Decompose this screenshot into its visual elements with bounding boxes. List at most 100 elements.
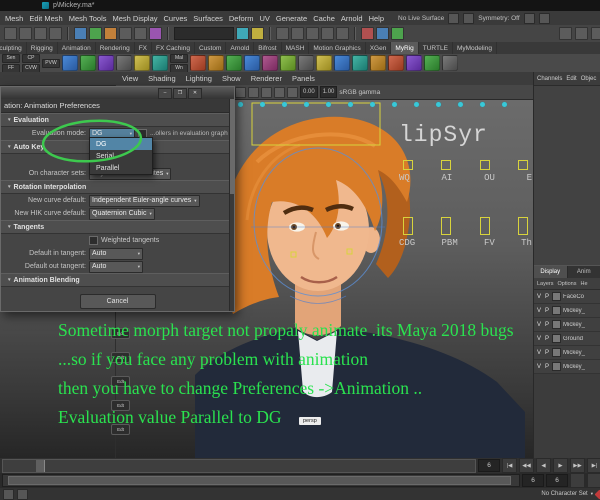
- rig-picker-dot[interactable]: [392, 102, 397, 107]
- layer-row[interactable]: V P Ground: [534, 332, 600, 346]
- playback-icon[interactable]: [306, 27, 319, 40]
- shelf-tab-rigging[interactable]: Rigging: [27, 42, 58, 54]
- sidebar-tool-icon[interactable]: [591, 27, 600, 40]
- playback-end-field[interactable]: 6: [546, 474, 568, 487]
- current-frame-field[interactable]: 6: [478, 459, 500, 472]
- render-settings-icon[interactable]: [361, 27, 374, 40]
- field-chart-icon[interactable]: [261, 86, 272, 98]
- shelf-icon[interactable]: [280, 55, 296, 71]
- help-menu[interactable]: He: [580, 281, 587, 287]
- shelf-tab-xgen[interactable]: XGen: [366, 42, 392, 54]
- shelf-tab-fx[interactable]: FX: [135, 42, 153, 54]
- shelf-icon[interactable]: [424, 55, 440, 71]
- layer-name[interactable]: Mickey_: [563, 364, 585, 370]
- section-evaluation[interactable]: ▾ Evaluation: [1, 113, 234, 127]
- panel-menu-panels[interactable]: Panels: [292, 74, 315, 83]
- section-animation-blending[interactable]: ▾ Animation Blending: [1, 273, 234, 287]
- shelf-icon[interactable]: [316, 55, 332, 71]
- layer-row[interactable]: V P Mickey_: [534, 304, 600, 318]
- phoneme-marker[interactable]: [441, 160, 452, 170]
- shelf-icon[interactable]: [370, 55, 386, 71]
- sidebar-channelbox-icon[interactable]: [559, 27, 572, 40]
- menu-item-serial[interactable]: Serial: [90, 150, 152, 162]
- shelf-chip-button[interactable]: PVW: [42, 58, 60, 68]
- step-back-key-button[interactable]: ◀◀: [519, 458, 534, 473]
- phoneme-marker[interactable]: [517, 160, 528, 170]
- shelf-icon[interactable]: [442, 55, 458, 71]
- menu-curves[interactable]: Curves: [164, 14, 188, 23]
- new-curve-dropdown[interactable]: Independent Euler-angle curves ▾: [89, 194, 200, 207]
- close-icon[interactable]: ✕: [188, 87, 202, 99]
- layer-name[interactable]: Mickey_: [563, 308, 585, 314]
- layer-visibility-toggle[interactable]: V: [536, 336, 542, 342]
- layer-visibility-toggle[interactable]: V: [536, 294, 542, 300]
- snap-point-icon[interactable]: [149, 27, 162, 40]
- layer-color-swatch[interactable]: [552, 362, 561, 371]
- menu-uv[interactable]: UV: [259, 14, 269, 23]
- layers-menu[interactable]: Layers: [537, 281, 554, 287]
- current-frame-marker[interactable]: [36, 459, 46, 472]
- shelf-chip-button[interactable]: CP: [22, 54, 40, 63]
- time-slider[interactable]: [2, 458, 476, 473]
- srgb-gamma-label[interactable]: sRGB gamma: [339, 89, 380, 96]
- snap-curve-icon[interactable]: [134, 27, 147, 40]
- tab-anim-layers[interactable]: Anim: [568, 266, 600, 278]
- step-forward-key-button[interactable]: ▶▶: [570, 458, 585, 473]
- channels-menu[interactable]: Channels: [537, 76, 562, 82]
- set-key-icon[interactable]: [594, 489, 600, 499]
- shelf-tab-sculpting[interactable]: Sculpting: [0, 42, 27, 54]
- edit-menu[interactable]: Edit: [566, 76, 576, 82]
- shelf-tab-animation[interactable]: Animation: [58, 42, 96, 54]
- select-object-icon[interactable]: [89, 27, 102, 40]
- default-out-tangent-dropdown[interactable]: Auto ▾: [89, 260, 143, 273]
- shelf-tab-myrig[interactable]: MyRig: [391, 42, 419, 54]
- selection-mask-field[interactable]: [174, 27, 234, 40]
- shelf-tab-custom[interactable]: Custom: [195, 42, 227, 54]
- rig-picker-dot[interactable]: [502, 102, 507, 107]
- shelf-tab-turtle[interactable]: TURTLE: [419, 42, 453, 54]
- snap-icon[interactable]: [463, 12, 475, 24]
- layer-color-swatch[interactable]: [552, 292, 561, 301]
- construction-history-icon[interactable]: [276, 27, 289, 40]
- menu-item-parallel[interactable]: Parallel: [90, 162, 152, 174]
- menu-item-dg[interactable]: DG: [90, 138, 152, 150]
- rig-picker-dot[interactable]: [348, 102, 353, 107]
- edit-button[interactable]: Edt: [111, 424, 130, 435]
- shelf-icon[interactable]: [152, 55, 168, 71]
- new-hik-dropdown[interactable]: Quaternion Cubic ▾: [89, 207, 155, 220]
- panel-menu-lighting[interactable]: Lighting: [186, 74, 212, 83]
- cancel-button[interactable]: Cancel: [79, 294, 156, 309]
- panel-menu-renderer[interactable]: Renderer: [251, 74, 282, 83]
- anim-pref-icon[interactable]: [321, 27, 334, 40]
- panel-menu-view[interactable]: View: [122, 74, 138, 83]
- shelf-icon[interactable]: [406, 55, 422, 71]
- select-component-icon[interactable]: [104, 27, 117, 40]
- shelf-tab-bifrost[interactable]: Bifrost: [254, 42, 282, 54]
- resolution-gate-icon[interactable]: [235, 86, 246, 98]
- gate-mask-icon[interactable]: [248, 86, 259, 98]
- go-to-start-button[interactable]: |◀: [502, 458, 517, 473]
- gamma-field[interactable]: 1.00: [319, 86, 338, 98]
- layer-playback-toggle[interactable]: P: [544, 322, 550, 328]
- shelf-chip-button[interactable]: Mal: [170, 54, 188, 63]
- panel-menu-shading[interactable]: Shading: [148, 74, 176, 83]
- hotbox-icon[interactable]: [336, 27, 349, 40]
- step-back-frame-button[interactable]: ◀: [536, 458, 551, 473]
- shelf-icon[interactable]: [134, 55, 150, 71]
- hypershade-icon[interactable]: [376, 27, 389, 40]
- menu-arnold[interactable]: Arnold: [341, 14, 363, 23]
- rig-picker-dot[interactable]: [370, 102, 375, 107]
- menu-mesh[interactable]: Mesh: [5, 14, 23, 23]
- layer-color-swatch[interactable]: [552, 348, 561, 357]
- shelf-chip-button[interactable]: Sen: [2, 54, 20, 63]
- shelf-icon[interactable]: [62, 55, 78, 71]
- layer-visibility-toggle[interactable]: V: [536, 350, 542, 356]
- options-menu[interactable]: Options: [558, 281, 577, 287]
- live-surface-icon[interactable]: [448, 12, 460, 24]
- symmetry-icon[interactable]: [523, 12, 535, 24]
- playback-range-bar[interactable]: [8, 476, 511, 485]
- options-icon[interactable]: [538, 12, 550, 24]
- layer-color-swatch[interactable]: [552, 320, 561, 329]
- panel-menu-show[interactable]: Show: [222, 74, 241, 83]
- tab-display-layers[interactable]: Display: [534, 266, 568, 278]
